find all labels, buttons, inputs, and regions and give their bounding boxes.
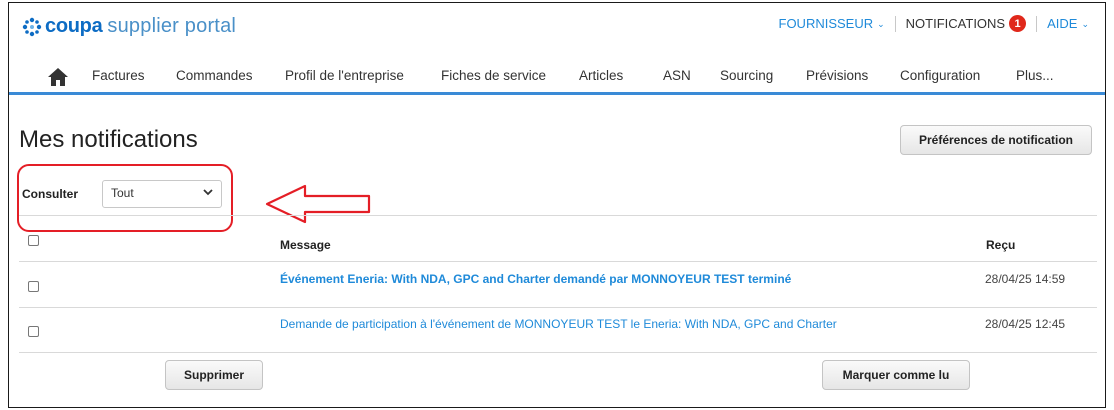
nav-item-previsions[interactable]: Prévisions <box>806 68 868 83</box>
select-all-checkbox[interactable] <box>28 235 39 246</box>
top-header: coupa supplier portal FOURNISSEUR ⌄ NOTI… <box>9 3 1105 49</box>
nav-item-profil[interactable]: Profil de l'entreprise <box>285 68 404 83</box>
row-divider <box>19 307 1097 308</box>
page-title: Mes notifications <box>19 126 198 153</box>
nav-item-asn[interactable]: ASN <box>663 68 691 83</box>
notifications-link[interactable]: NOTIFICATIONS 1 <box>905 15 1027 32</box>
nav-item-articles[interactable]: Articles <box>579 68 623 83</box>
page-frame: coupa supplier portal FOURNISSEUR ⌄ NOTI… <box>8 2 1106 408</box>
main-nav: Factures Commandes Profil de l'entrepris… <box>9 61 1105 95</box>
table-top-border <box>19 215 1097 216</box>
column-header-message: Message <box>280 238 331 252</box>
divider <box>1036 15 1038 32</box>
filter-label: Consulter <box>22 187 79 201</box>
row-divider <box>19 352 1097 353</box>
column-header-received: Reçu <box>986 238 1016 252</box>
brand-name-bold: coupa <box>45 15 103 37</box>
chevron-down-icon: ⌄ <box>1081 19 1089 29</box>
nav-item-commandes[interactable]: Commandes <box>176 68 253 83</box>
supplier-menu[interactable]: FOURNISSEUR ⌄ <box>779 16 885 31</box>
nav-item-configuration[interactable]: Configuration <box>900 68 980 83</box>
received-date: 28/04/25 14:59 <box>985 272 1066 286</box>
supplier-menu-label: FOURNISSEUR <box>778 16 874 31</box>
row-divider <box>19 261 1097 262</box>
mark-as-read-button[interactable]: Marquer comme lu <box>822 360 970 390</box>
help-menu[interactable]: AIDE ⌄ <box>1047 16 1089 31</box>
notification-message-link[interactable]: Demande de participation à l'événement d… <box>280 317 837 331</box>
row-checkbox[interactable] <box>28 326 39 337</box>
divider <box>894 15 896 32</box>
nav-item-plus[interactable]: Plus... <box>1016 68 1054 83</box>
notifications-count-badge: 1 <box>1009 15 1027 32</box>
notifications-label: NOTIFICATIONS <box>905 16 1006 31</box>
filter-select[interactable]: Tout <box>102 180 222 208</box>
nav-item-sourcing[interactable]: Sourcing <box>720 68 773 83</box>
notification-preferences-button[interactable]: Préférences de notification <box>900 125 1092 155</box>
coupa-logo-icon <box>22 17 42 36</box>
filter-selected-value: Tout <box>111 186 134 200</box>
top-links: FOURNISSEUR ⌄ NOTIFICATIONS 1 AIDE ⌄ <box>779 15 1089 32</box>
left-arrow-annotation <box>265 184 371 224</box>
received-date: 28/04/25 12:45 <box>985 317 1066 331</box>
row-checkbox[interactable] <box>28 281 39 292</box>
home-icon[interactable] <box>47 67 69 87</box>
coupa-logo[interactable]: coupa supplier portal <box>21 15 236 38</box>
delete-button[interactable]: Supprimer <box>165 360 263 390</box>
nav-item-factures[interactable]: Factures <box>92 68 145 83</box>
notification-message-link[interactable]: Événement Eneria: With NDA, GPC and Char… <box>280 272 791 286</box>
help-menu-label: AIDE <box>1047 16 1078 31</box>
chevron-down-icon: ⌄ <box>877 19 885 29</box>
brand-name-rest: supplier portal <box>107 15 237 37</box>
chevron-down-icon <box>203 189 213 196</box>
nav-item-fiches-de-service[interactable]: Fiches de service <box>441 68 546 83</box>
